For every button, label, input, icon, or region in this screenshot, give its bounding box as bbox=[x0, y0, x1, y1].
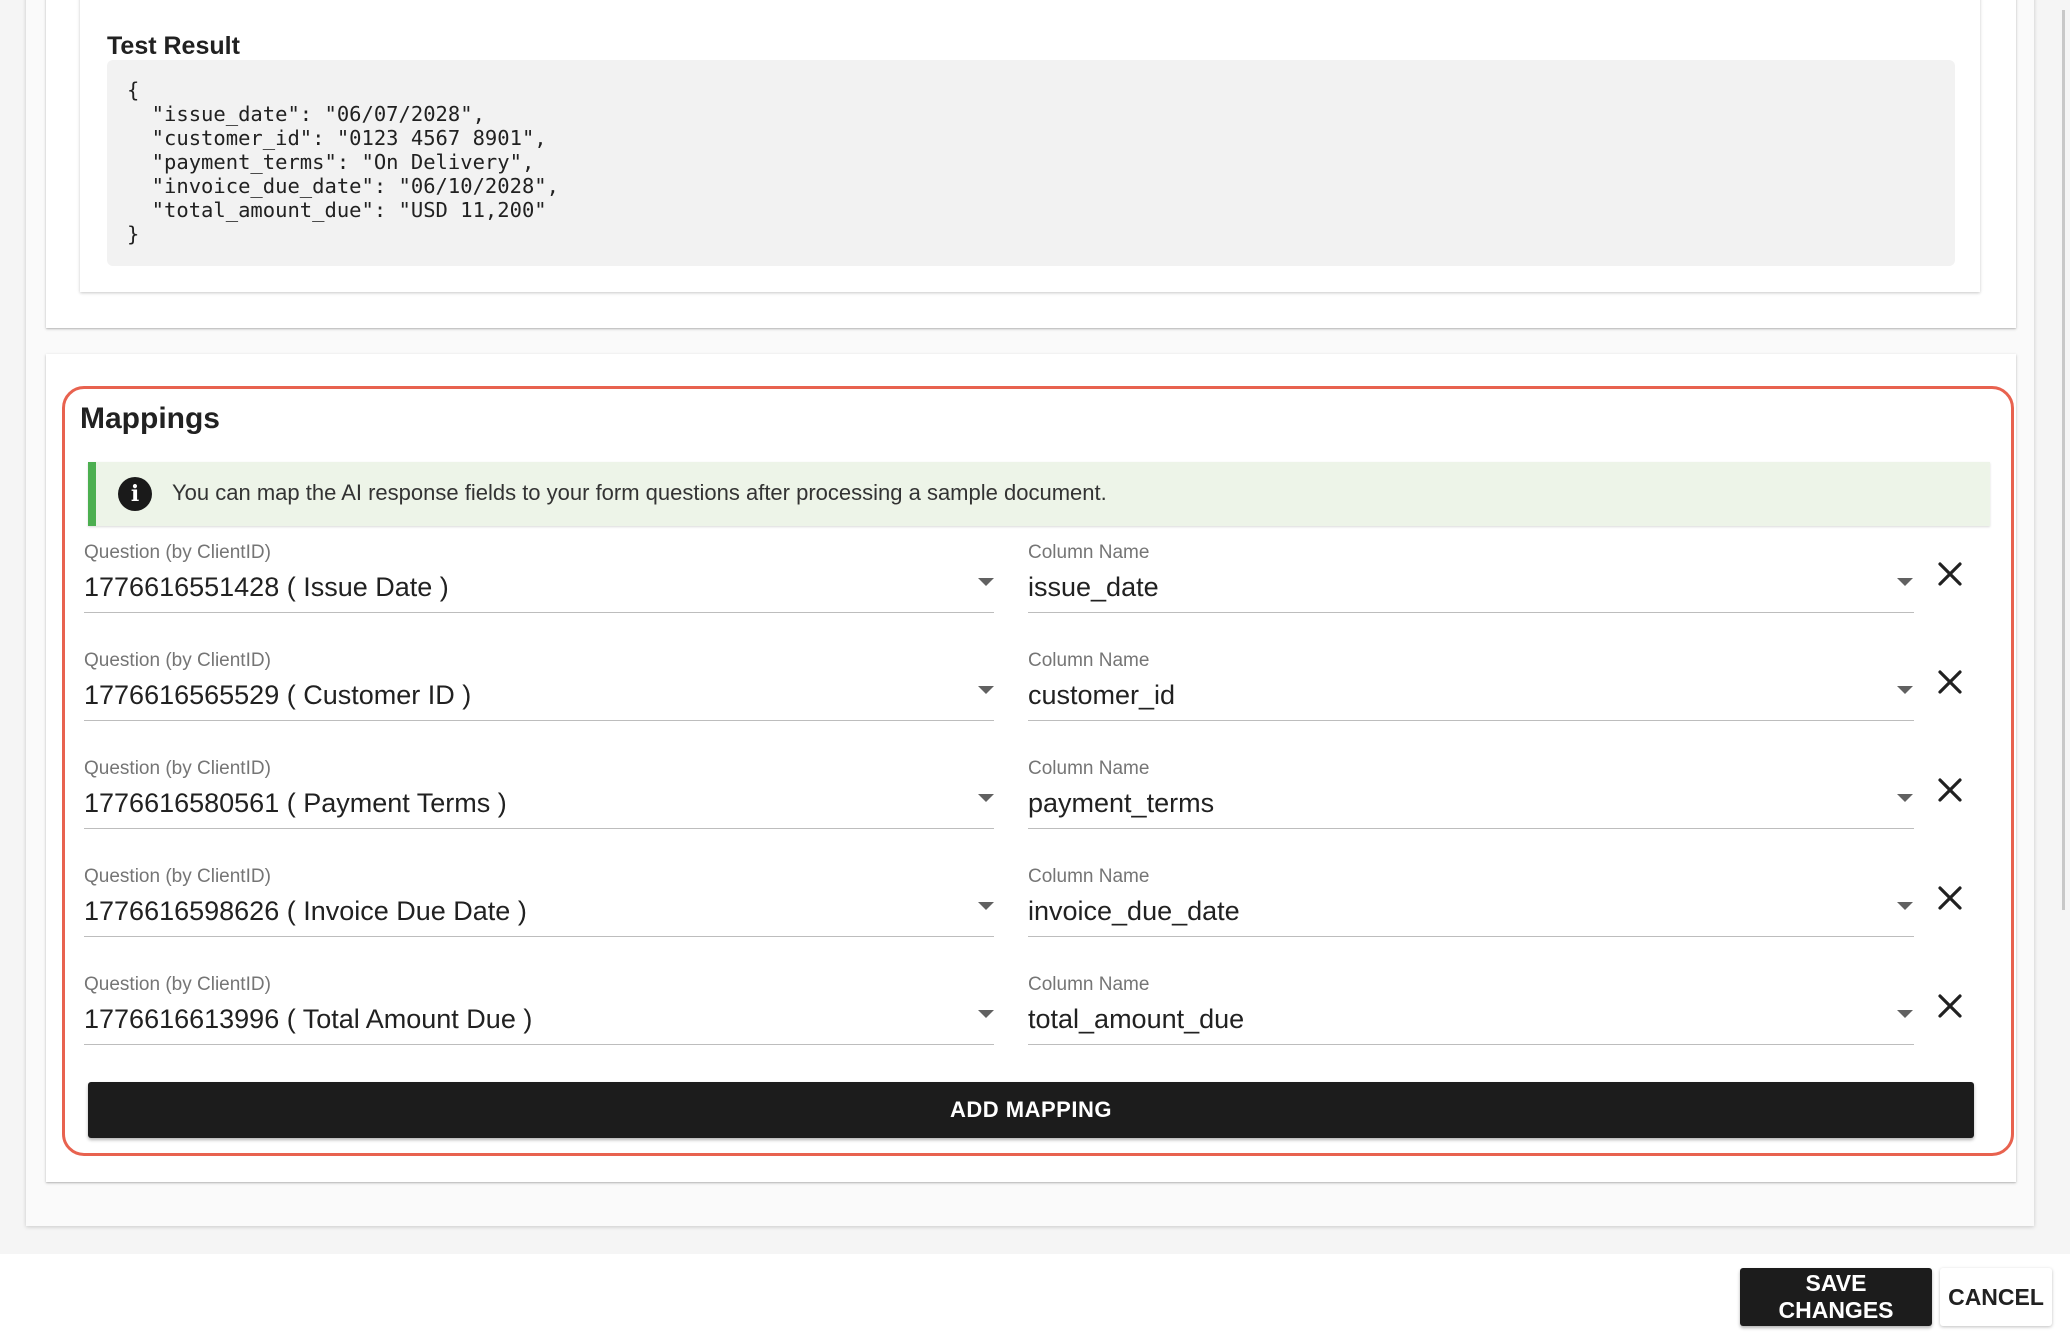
chevron-down-icon[interactable] bbox=[1897, 1010, 1913, 1018]
question-select[interactable]: 1776616613996 ( Total Amount Due ) bbox=[84, 1004, 532, 1035]
question-select[interactable]: 1776616580561 ( Payment Terms ) bbox=[84, 788, 507, 819]
remove-mapping-button[interactable] bbox=[1932, 880, 1968, 916]
mapping-row: Question (by ClientID) 1776616565529 ( Cu… bbox=[0, 650, 2070, 758]
close-icon bbox=[1938, 886, 1962, 910]
column-underline bbox=[1028, 720, 1914, 721]
chevron-down-icon[interactable] bbox=[978, 1010, 994, 1018]
close-icon bbox=[1938, 670, 1962, 694]
column-label: Column Name bbox=[1028, 758, 1150, 779]
question-underline bbox=[84, 720, 994, 721]
chevron-down-icon[interactable] bbox=[1897, 794, 1913, 802]
question-underline bbox=[84, 612, 994, 613]
save-changes-button[interactable]: SAVE CHANGES bbox=[1740, 1268, 1932, 1326]
close-icon bbox=[1938, 562, 1962, 586]
column-underline bbox=[1028, 612, 1914, 613]
question-underline bbox=[84, 1044, 994, 1045]
column-select[interactable]: total_amount_due bbox=[1028, 1004, 1244, 1035]
question-underline bbox=[84, 936, 994, 937]
question-label: Question (by ClientID) bbox=[84, 974, 271, 995]
info-banner: i You can map the AI response fields to … bbox=[88, 462, 1990, 526]
column-select[interactable]: payment_terms bbox=[1028, 788, 1214, 819]
remove-mapping-button[interactable] bbox=[1932, 772, 1968, 808]
chevron-down-icon[interactable] bbox=[978, 578, 994, 586]
mapping-row: Question (by ClientID) 1776616551428 ( Is… bbox=[0, 542, 2070, 650]
column-label: Column Name bbox=[1028, 542, 1150, 563]
close-icon bbox=[1938, 778, 1962, 802]
scrollbar[interactable] bbox=[2062, 0, 2068, 1254]
question-label: Question (by ClientID) bbox=[84, 758, 271, 779]
scrollbar-thumb[interactable] bbox=[2062, 10, 2065, 910]
mapping-row: Question (by ClientID) 1776616613996 ( To… bbox=[0, 974, 2070, 1082]
column-underline bbox=[1028, 936, 1914, 937]
add-mapping-button[interactable]: ADD MAPPING bbox=[88, 1082, 1974, 1138]
mapping-row: Question (by ClientID) 1776616598626 ( In… bbox=[0, 866, 2070, 974]
mapping-row: Question (by ClientID) 1776616580561 ( Pa… bbox=[0, 758, 2070, 866]
chevron-down-icon[interactable] bbox=[978, 794, 994, 802]
remove-mapping-button[interactable] bbox=[1932, 664, 1968, 700]
question-select[interactable]: 1776616598626 ( Invoice Due Date ) bbox=[84, 896, 527, 927]
column-label: Column Name bbox=[1028, 650, 1150, 671]
question-underline bbox=[84, 828, 994, 829]
cancel-button[interactable]: CANCEL bbox=[1940, 1268, 2052, 1326]
chevron-down-icon[interactable] bbox=[978, 902, 994, 910]
question-label: Question (by ClientID) bbox=[84, 542, 271, 563]
mappings-title: Mappings bbox=[80, 402, 220, 435]
remove-mapping-button[interactable] bbox=[1932, 988, 1968, 1024]
column-label: Column Name bbox=[1028, 974, 1150, 995]
column-underline bbox=[1028, 828, 1914, 829]
test-result-json: { "issue_date": "06/07/2028", "customer_… bbox=[107, 60, 1955, 266]
column-label: Column Name bbox=[1028, 866, 1150, 887]
question-label: Question (by ClientID) bbox=[84, 650, 271, 671]
test-result-title: Test Result bbox=[107, 32, 240, 60]
question-select[interactable]: 1776616551428 ( Issue Date ) bbox=[84, 572, 449, 603]
question-label: Question (by ClientID) bbox=[84, 866, 271, 887]
chevron-down-icon[interactable] bbox=[978, 686, 994, 694]
info-icon: i bbox=[118, 477, 152, 511]
column-select[interactable]: customer_id bbox=[1028, 680, 1175, 711]
test-result-json-text: { "issue_date": "06/07/2028", "customer_… bbox=[127, 78, 559, 246]
remove-mapping-button[interactable] bbox=[1932, 556, 1968, 592]
column-select[interactable]: issue_date bbox=[1028, 572, 1159, 603]
chevron-down-icon[interactable] bbox=[1897, 578, 1913, 586]
column-select[interactable]: invoice_due_date bbox=[1028, 896, 1240, 927]
info-banner-text: You can map the AI response fields to yo… bbox=[172, 480, 1107, 505]
column-underline bbox=[1028, 1044, 1914, 1045]
chevron-down-icon[interactable] bbox=[1897, 686, 1913, 694]
close-icon bbox=[1938, 994, 1962, 1018]
chevron-down-icon[interactable] bbox=[1897, 902, 1913, 910]
question-select[interactable]: 1776616565529 ( Customer ID ) bbox=[84, 680, 471, 711]
